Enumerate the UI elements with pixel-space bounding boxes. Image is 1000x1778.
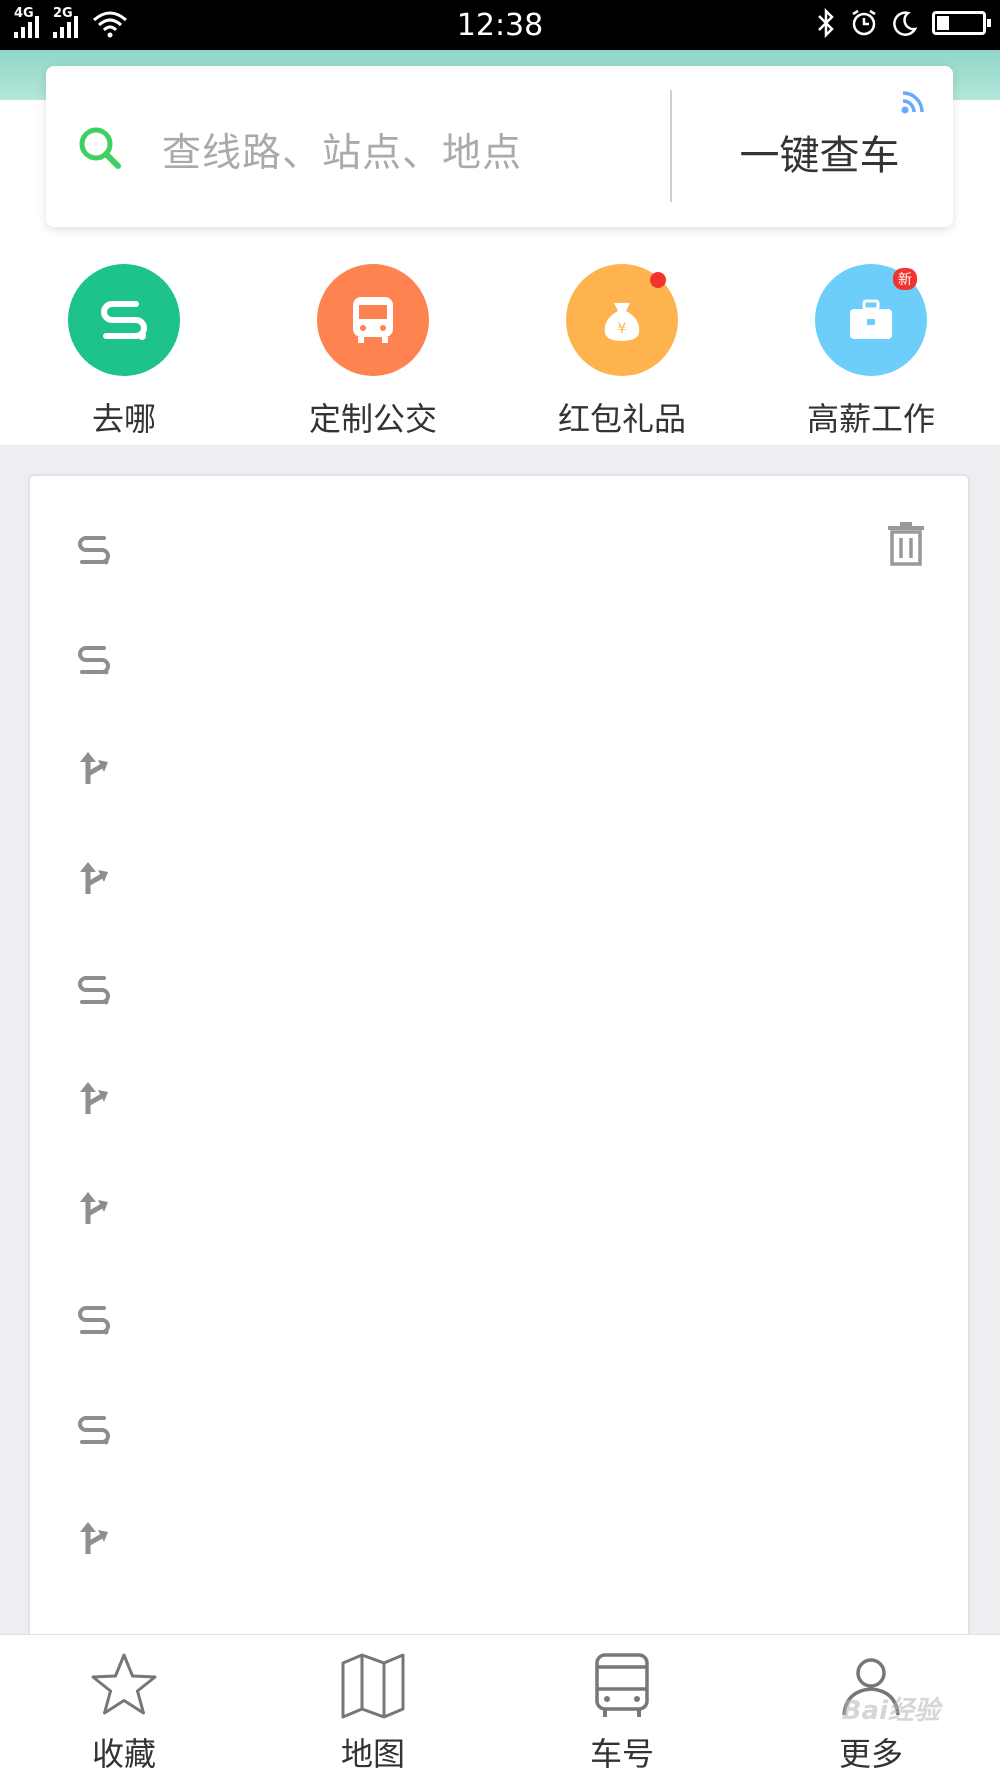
quick-action-label: 红包礼品 bbox=[557, 400, 686, 438]
quick-check-label: 一键查车 bbox=[739, 132, 900, 179]
battery-icon bbox=[932, 11, 991, 35]
search-icon[interactable] bbox=[76, 124, 124, 172]
nav-label: 收藏 bbox=[91, 1735, 156, 1773]
history-transfer-icon[interactable] bbox=[74, 1188, 114, 1228]
search-input[interactable]: 查线路、站点、地点 bbox=[162, 122, 522, 178]
status-bar: 4G 2G 12:38 bbox=[0, 0, 1000, 50]
quick-action-where-to[interactable]: 去哪 bbox=[44, 264, 204, 440]
svg-text:¥: ¥ bbox=[618, 321, 627, 337]
history-transfer-icon[interactable] bbox=[74, 1078, 114, 1118]
search-divider bbox=[670, 90, 672, 202]
realtime-signal-icon bbox=[901, 91, 924, 114]
trash-icon[interactable] bbox=[886, 522, 926, 566]
map-icon bbox=[341, 1653, 405, 1719]
bluetooth-icon bbox=[818, 8, 834, 38]
moon-icon bbox=[893, 11, 918, 36]
quick-action-label: 定制公交 bbox=[308, 400, 437, 438]
bus-outline-icon bbox=[595, 1653, 649, 1717]
status-icons bbox=[816, 8, 991, 38]
quick-action-label: 高薪工作 bbox=[806, 400, 935, 438]
history-route-icon[interactable] bbox=[74, 638, 114, 678]
quick-action-high-salary-job[interactable]: 新 高薪工作 bbox=[791, 264, 951, 440]
nav-map[interactable]: 地图 bbox=[293, 1651, 453, 1775]
nav-label: 更多 bbox=[838, 1735, 903, 1773]
history-route-icon[interactable] bbox=[74, 1408, 114, 1448]
nav-favorites[interactable]: 收藏 bbox=[44, 1651, 204, 1775]
search-card: 查线路、站点、地点 一键查车 bbox=[46, 66, 953, 227]
bus-icon bbox=[317, 264, 429, 376]
history-transfer-icon[interactable] bbox=[74, 858, 114, 898]
quick-actions: 去哪 定制公交 ¥ 红包礼品 新 高薪工作 bbox=[0, 264, 1000, 438]
star-icon bbox=[91, 1653, 157, 1715]
quick-action-red-packet[interactable]: ¥ 红包礼品 bbox=[542, 264, 702, 440]
nav-label: 地图 bbox=[340, 1735, 405, 1773]
money-bag-icon: ¥ bbox=[566, 264, 678, 376]
notification-dot bbox=[650, 272, 666, 288]
route-icon bbox=[68, 264, 180, 376]
quick-action-label: 去哪 bbox=[91, 400, 156, 438]
quick-action-custom-bus[interactable]: 定制公交 bbox=[293, 264, 453, 440]
history-transfer-icon[interactable] bbox=[74, 748, 114, 788]
new-badge: 新 bbox=[893, 268, 917, 290]
history-card bbox=[28, 474, 970, 1634]
history-route-icon[interactable] bbox=[74, 1298, 114, 1338]
battery-fill bbox=[937, 16, 949, 30]
alarm-icon bbox=[852, 9, 876, 36]
nav-bus-number[interactable]: 车号 bbox=[542, 1651, 702, 1775]
history-transfer-icon[interactable] bbox=[74, 1518, 114, 1558]
watermark: Bai经验 bbox=[841, 1696, 940, 1726]
briefcase-icon: 新 bbox=[815, 264, 927, 376]
nav-label: 车号 bbox=[589, 1735, 654, 1773]
history-route-icon[interactable] bbox=[74, 528, 114, 568]
history-route-icon[interactable] bbox=[74, 968, 114, 1008]
